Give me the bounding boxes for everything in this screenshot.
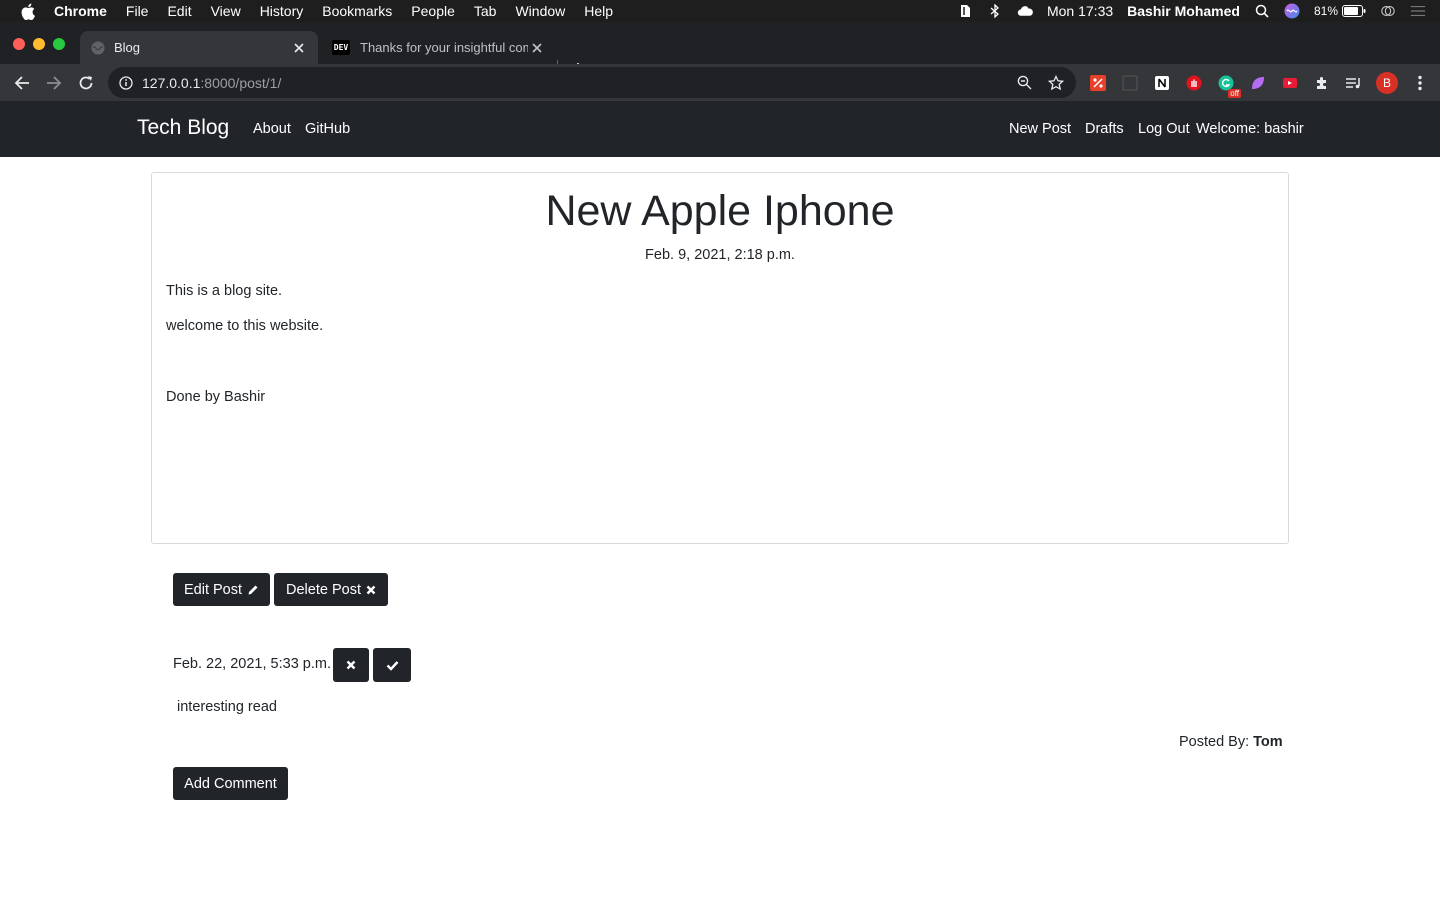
reload-icon[interactable]	[75, 72, 97, 94]
close-tab-icon[interactable]	[528, 39, 546, 57]
close-tab-icon[interactable]	[290, 39, 308, 57]
menu-people[interactable]: People	[411, 3, 455, 19]
post-body-paragraph: Done by Bashir	[166, 389, 266, 405]
check-mark-icon	[386, 660, 399, 671]
x-mark-icon	[346, 660, 356, 670]
url-text[interactable]: 127.0.0.1:8000/post/1/	[142, 75, 1014, 91]
red-hand-extension-icon[interactable]	[1184, 73, 1204, 93]
menu-file[interactable]: File	[126, 3, 149, 19]
chrome-menu-kebab-icon[interactable]	[1410, 73, 1430, 93]
minimize-window-button[interactable]	[33, 38, 45, 50]
profile-avatar[interactable]: B	[1376, 72, 1398, 94]
remove-comment-button[interactable]	[333, 648, 369, 682]
dev-favicon-text: DEV	[331, 40, 351, 55]
notification-center-icon[interactable]	[1410, 3, 1426, 19]
user-name[interactable]: Bashir Mohamed	[1127, 3, 1240, 19]
tab-dev-to[interactable]: DEV Thanks for your insightful comm	[320, 31, 556, 64]
chrome-tab-strip: Blog DEV Thanks for your insightful comm	[0, 22, 1440, 78]
posted-by-label: Posted By:	[1179, 734, 1250, 750]
post-body-paragraph: This is a blog site.	[166, 283, 283, 299]
delete-post-button[interactable]: Delete Post	[274, 573, 388, 606]
edit-post-button[interactable]: Edit Post	[173, 573, 270, 606]
nav-github-link[interactable]: GitHub	[305, 121, 350, 137]
square-outline-extension-icon[interactable]	[1120, 73, 1140, 93]
screen-mirroring-icon[interactable]	[1380, 3, 1396, 19]
nav-welcome-text: Welcome: bashir	[1196, 121, 1304, 137]
media-control-icon[interactable]	[1344, 73, 1364, 93]
siri-icon[interactable]	[1284, 3, 1300, 19]
address-bar[interactable]: 127.0.0.1:8000/post/1/	[108, 67, 1076, 98]
tab-blog[interactable]: Blog	[80, 31, 318, 64]
macos-menu-bar: Chrome File Edit View History Bookmarks …	[0, 0, 1440, 22]
approve-comment-button[interactable]	[373, 648, 411, 682]
comment-author: Tom	[1253, 734, 1283, 750]
spotlight-search-icon[interactable]	[1254, 3, 1270, 19]
battery-percent: 81%	[1313, 4, 1338, 18]
post-title: New Apple Iphone	[545, 187, 895, 235]
bookmark-star-icon[interactable]	[1046, 73, 1066, 93]
menu-tab[interactable]: Tab	[474, 3, 497, 19]
url-host: 127.0.0.1	[142, 74, 201, 91]
delete-post-label: Delete Post	[286, 581, 361, 598]
forward-arrow-icon[interactable]	[43, 72, 65, 94]
nav-new-post-link[interactable]: New Post	[1009, 121, 1071, 137]
menu-bookmarks[interactable]: Bookmarks	[322, 3, 392, 19]
site-navbar: Tech Blog About GitHub New Post Drafts L…	[0, 101, 1440, 157]
bluetooth-status-icon[interactable]	[987, 3, 1003, 19]
tab-title: Blog	[114, 40, 141, 55]
site-brand-link[interactable]: Tech Blog	[137, 116, 229, 140]
globe-icon	[90, 40, 106, 56]
grammarly-extension-icon[interactable]: off	[1216, 73, 1241, 98]
add-comment-button[interactable]: Add Comment	[173, 767, 288, 800]
extension-off-badge: off	[1228, 89, 1241, 98]
window-controls	[13, 38, 73, 50]
post-card: New Apple Iphone Feb. 9, 2021, 2:18 p.m.	[151, 172, 1289, 544]
site-info-icon[interactable]	[118, 75, 134, 91]
post-date: Feb. 9, 2021, 2:18 p.m.	[645, 247, 795, 263]
menu-view[interactable]: View	[211, 3, 241, 19]
x-mark-icon	[366, 585, 376, 595]
cloud-status-icon[interactable]	[1017, 3, 1033, 19]
edit-post-label: Edit Post	[183, 581, 243, 598]
maximize-window-button[interactable]	[53, 38, 65, 50]
nav-drafts-link[interactable]: Drafts	[1085, 121, 1124, 137]
post-body-paragraph: welcome to this website.	[166, 318, 324, 334]
menu-history[interactable]: History	[260, 3, 304, 19]
clock-text[interactable]: Mon 17:33	[1047, 3, 1113, 19]
extensions-puzzle-icon[interactable]	[1312, 73, 1332, 93]
web-page: Tech Blog About GitHub New Post Drafts L…	[0, 101, 1440, 900]
red-percent-extension-icon[interactable]	[1088, 73, 1108, 93]
close-window-button[interactable]	[13, 38, 25, 50]
menu-app-name[interactable]: Chrome	[54, 3, 107, 19]
comment-author-line: Posted By: Tom	[1179, 734, 1283, 750]
comment-text: interesting read	[177, 699, 277, 715]
menu-edit[interactable]: Edit	[167, 3, 191, 19]
url-path: :8000/post/1/	[200, 74, 282, 91]
comment-date: Feb. 22, 2021, 5:33 p.m.	[173, 656, 331, 672]
battery-icon[interactable]	[1342, 3, 1366, 19]
back-arrow-icon[interactable]	[11, 72, 33, 94]
red-video-extension-icon[interactable]	[1280, 73, 1300, 93]
pencil-icon	[247, 584, 259, 596]
tab-title: Thanks for your insightful comm	[360, 40, 528, 55]
evernote-status-icon[interactable]	[957, 3, 973, 19]
dev-to-logo-icon: DEV	[330, 40, 352, 56]
zoom-magnifier-icon[interactable]	[1014, 73, 1034, 93]
nav-about-link[interactable]: About	[253, 121, 291, 137]
chrome-toolbar: 127.0.0.1:8000/post/1/ off B	[0, 64, 1440, 101]
nav-logout-link[interactable]: Log Out	[1138, 121, 1190, 137]
menu-window[interactable]: Window	[515, 3, 565, 19]
notion-extension-icon[interactable]	[1152, 73, 1172, 93]
menu-help[interactable]: Help	[584, 3, 613, 19]
apple-logo-icon[interactable]	[19, 2, 37, 20]
add-comment-label: Add Comment	[184, 775, 277, 792]
extensions-area: off B	[1088, 72, 1440, 98]
purple-leaf-extension-icon[interactable]	[1248, 73, 1268, 93]
